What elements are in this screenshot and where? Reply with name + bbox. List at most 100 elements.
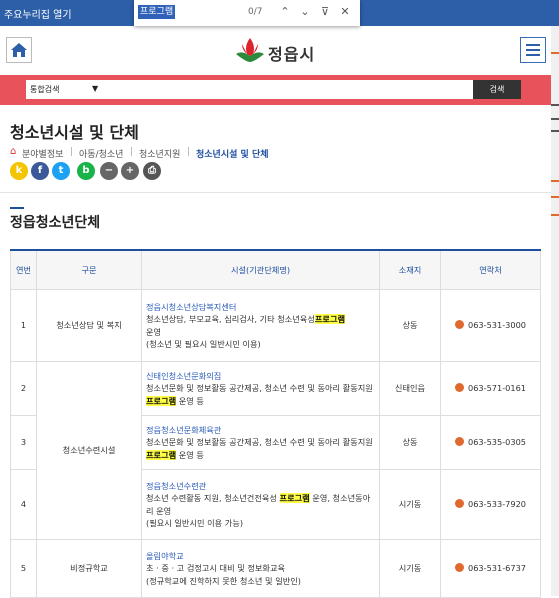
skip-link[interactable]: 주요누리집 열기: [4, 6, 72, 21]
find-bar: 프로그램 0/7 ⌃ ⌄ ⊽ ✕: [134, 0, 360, 26]
facility-note: (필요시 일반시민 이용 가능): [146, 517, 244, 528]
row-facility: 정읍시청소년상담복지센터 청소년상담, 부모교육, 심리검사, 기타 청소년육성…: [141, 289, 380, 362]
facility-note: (청소년 및 필요시 일반시민 이용): [146, 338, 261, 349]
breadcrumb-separator: |: [130, 147, 134, 157]
phone-number: 063-571-0161: [467, 383, 526, 394]
table-row: 5 비정규학교 올림야학교 초 · 중 · 고 검정고시 대비 및 정보화교육 …: [10, 539, 541, 598]
breadcrumb-home-icon[interactable]: ⌂: [10, 146, 16, 157]
breadcrumb-current[interactable]: 청소년시설 및 단체: [196, 147, 269, 160]
row-facility: 올림야학교 초 · 중 · 고 검정고시 대비 및 정보화교육 (정규학교에 진…: [141, 539, 380, 598]
breadcrumb-separator: |: [187, 147, 191, 157]
phone-icon: [454, 437, 464, 447]
facility-desc: 청소년상담, 부모교육, 심리검사, 기타 청소년육성: [146, 314, 315, 325]
row-location: 시기동: [379, 539, 441, 598]
breadcrumb-separator: |: [70, 147, 74, 157]
find-marker: [551, 52, 559, 54]
facility-link[interactable]: 정읍청소년수련관: [146, 480, 375, 492]
row-location: 시기동: [379, 469, 441, 540]
find-match-count: 0/7: [248, 7, 263, 17]
facility-desc: 청소년문화 및 정보활동 공간제공, 청소년 수련 및 동아리 활동지원: [146, 437, 373, 448]
facility-desc: 운영 등: [176, 449, 204, 460]
search-button[interactable]: 검색: [473, 80, 521, 99]
twitter-share-icon[interactable]: t: [52, 162, 70, 180]
logo-text: 정읍시: [268, 45, 316, 64]
table-header-row: 연번 구문 시설(기관단체명) 소재지 연락처: [10, 249, 541, 290]
col-header-location: 소재지: [379, 249, 441, 290]
row-contact: 063-535-0305: [440, 415, 541, 470]
phone-number: 063-533-7920: [467, 499, 526, 510]
find-filter-icon[interactable]: ⊽: [316, 3, 334, 21]
kakaostory-share-icon[interactable]: k: [10, 162, 28, 180]
search-highlight: 프로그램: [279, 493, 310, 504]
scroll-thumb[interactable]: [551, 130, 559, 132]
find-marker: [551, 214, 559, 216]
table-row: 2 청소년수련시설 신태인청소년문화의집 청소년문화 및 정보활동 공간제공, …: [10, 361, 541, 540]
zoom-in-icon[interactable]: +: [121, 162, 139, 180]
find-close-icon[interactable]: ✕: [336, 3, 354, 21]
row-number: 4: [10, 469, 37, 540]
scrollbar[interactable]: [551, 26, 559, 596]
find-marker: [551, 180, 559, 182]
row-facility: 정읍청소년문화체육관 청소년문화 및 정보활동 공간제공, 청소년 수련 및 동…: [141, 415, 380, 470]
col-header-category: 구문: [36, 249, 142, 290]
phone-icon: [454, 383, 464, 393]
phone-icon: [454, 499, 464, 509]
row-number: 3: [10, 415, 37, 470]
find-next-icon[interactable]: ⌄: [296, 3, 314, 21]
facility-desc: 운영: [146, 326, 162, 337]
search-highlight: 프로그램: [314, 314, 346, 325]
facility-desc: 초 · 중 · 고 검정고시 대비 및 정보화교육: [146, 563, 286, 574]
phone-icon: [454, 320, 464, 330]
facility-desc: 운영 등: [176, 395, 204, 406]
facility-link[interactable]: 정읍청소년문화체육관: [146, 424, 375, 436]
phone-number: 063-531-6737: [467, 563, 526, 574]
row-category: 비정규학교: [36, 539, 142, 598]
section-title: 정읍청소년단체: [10, 215, 101, 231]
col-header-facility: 시설(기관단체명): [141, 249, 380, 290]
phone-number: 063-535-0305: [467, 437, 526, 448]
search-highlight: 프로그램: [146, 395, 177, 406]
find-input[interactable]: 프로그램: [138, 5, 176, 19]
facility-link[interactable]: 올림야학교: [146, 550, 375, 562]
row-category: 청소년수련시설: [36, 361, 142, 540]
table-row: 1 청소년상담 및 복지 정읍시청소년상담복지센터 청소년상담, 부모교육, 심…: [10, 289, 541, 362]
find-marker: [551, 196, 559, 198]
chevron-down-icon: ▼: [92, 84, 99, 93]
home-icon: [11, 43, 27, 57]
logo-mark-icon: [236, 38, 264, 62]
search-scope-select[interactable]: 통합검색: [30, 84, 59, 95]
row-contact: 063-531-6737: [440, 539, 541, 598]
row-location: 신태인읍: [379, 361, 441, 416]
row-number: 2: [10, 361, 37, 416]
find-previous-icon[interactable]: ⌃: [276, 3, 294, 21]
search-highlight: 프로그램: [146, 449, 177, 460]
row-number: 1: [10, 289, 37, 362]
row-contact: 063-531-3000: [440, 289, 541, 362]
row-category: 청소년상담 및 복지: [36, 289, 142, 362]
row-location: 상동: [379, 289, 441, 362]
breadcrumb-item[interactable]: 아동/청소년: [79, 147, 123, 160]
menu-button[interactable]: [520, 37, 546, 63]
facility-link[interactable]: 정읍시청소년상담복지센터: [146, 301, 375, 313]
zoom-out-icon[interactable]: −: [100, 162, 118, 180]
scroll-thumb[interactable]: [551, 104, 559, 106]
print-icon[interactable]: ⎙: [143, 162, 161, 180]
page-title: 청소년시설 및 단체: [10, 123, 139, 142]
row-location: 상동: [379, 415, 441, 470]
home-button[interactable]: [6, 37, 32, 63]
facility-desc: 청소년문화 및 정보활동 공간제공, 청소년 수련 및 동아리 활동지원: [146, 383, 373, 394]
facility-table: 연번 구문 시설(기관단체명) 소재지 연락처 1 청소년상담 및 복지 정읍시…: [10, 249, 541, 598]
row-number: 5: [10, 539, 37, 598]
facebook-share-icon[interactable]: f: [31, 162, 49, 180]
divider: [0, 192, 551, 193]
phone-icon: [454, 563, 464, 573]
breadcrumb-item[interactable]: 분야별정보: [22, 147, 63, 160]
scroll-thumb[interactable]: [551, 118, 559, 120]
col-header-no: 연번: [10, 249, 37, 290]
breadcrumb-item[interactable]: 청소년지원: [139, 147, 180, 160]
blog-share-icon[interactable]: b: [77, 162, 95, 180]
row-facility: 정읍청소년수련관 청소년 수련활동 지원, 청소년건전육성 프로그램 운영, 청…: [141, 469, 380, 540]
facility-link[interactable]: 신태인청소년문화의집: [146, 370, 375, 382]
phone-number: 063-531-3000: [467, 320, 526, 331]
section-accent: [10, 207, 24, 209]
